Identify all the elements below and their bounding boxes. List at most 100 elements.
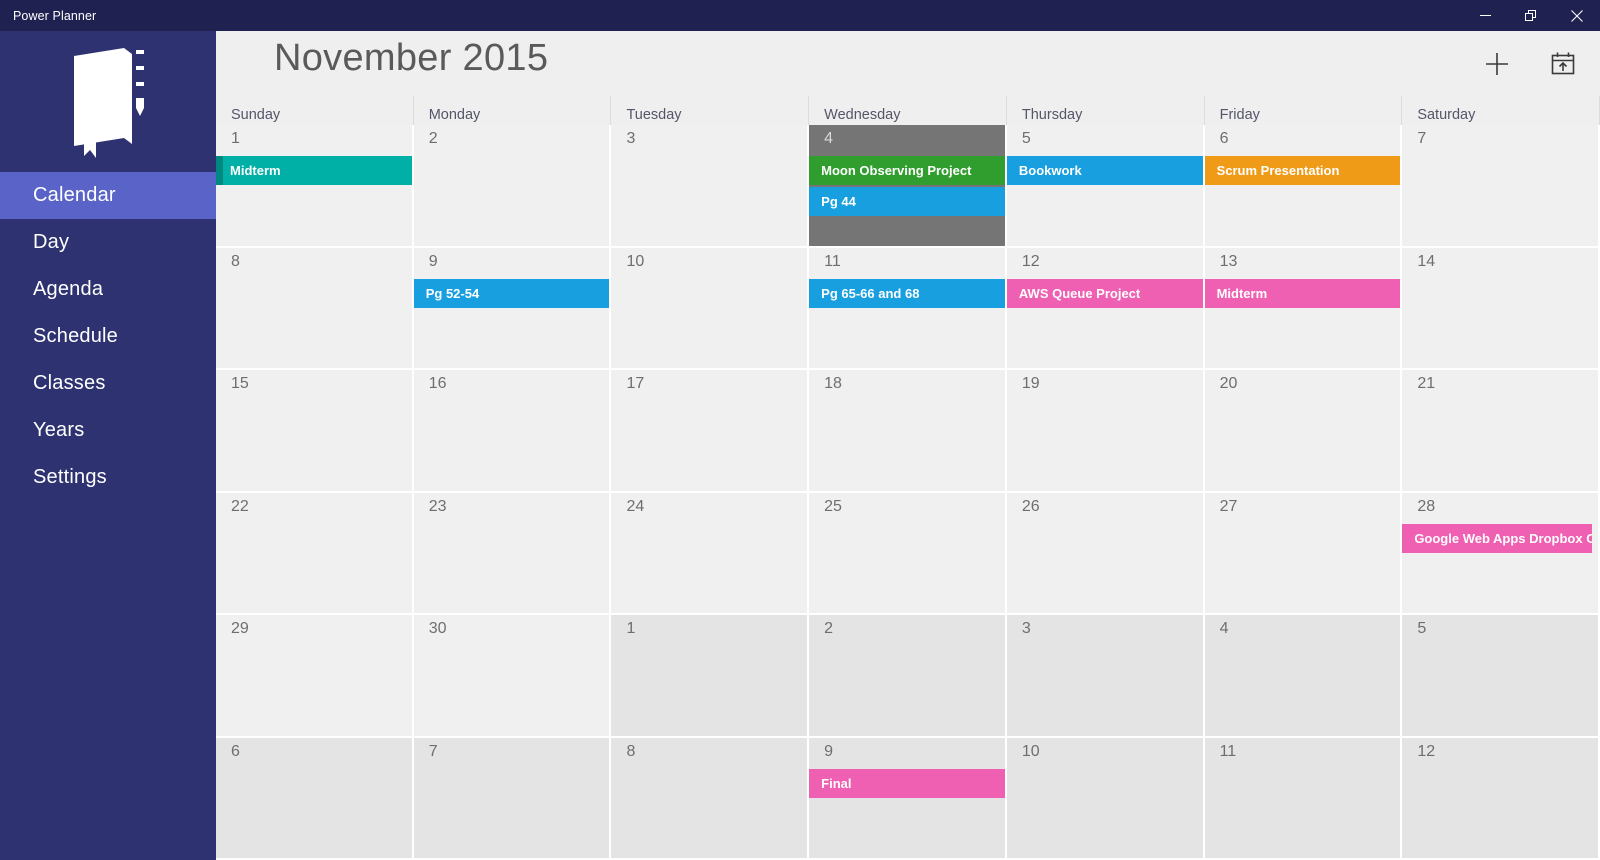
day-cell[interactable]: 5 (1402, 615, 1600, 738)
sidebar-item-classes[interactable]: Classes (0, 360, 216, 407)
app-window: Power Planner Calendar Day Agenda Schedu… (0, 0, 1600, 860)
weekday-wednesday: Wednesday (809, 96, 1007, 125)
day-events: AWS Queue Project (1006, 278, 1203, 308)
day-number: 29 (231, 620, 249, 637)
day-number: 11 (1219, 742, 1237, 760)
calendar-week-row: 29 30 1 2 3 4 5 (216, 615, 1600, 738)
day-cell[interactable]: 2 (413, 125, 612, 248)
day-cell[interactable]: 5 Bookwork (1006, 125, 1205, 248)
day-cell[interactable]: 10 (1006, 737, 1205, 860)
day-cell[interactable]: 18 (809, 370, 1007, 493)
sidebar-item-schedule[interactable]: Schedule (0, 313, 216, 360)
day-cell[interactable]: 28 Google Web Apps Dropbox Client (1402, 492, 1600, 615)
day-number: 6 (231, 742, 240, 760)
day-cell[interactable]: 14 (1402, 247, 1600, 370)
sidebar-item-day[interactable]: Day (0, 219, 216, 266)
day-cell[interactable]: 6 Scrum Presentation (1204, 125, 1403, 248)
event-item[interactable]: Bookwork (1006, 156, 1203, 185)
day-events: Midterm (1204, 278, 1401, 308)
sidebar-item-settings[interactable]: Settings (0, 454, 216, 501)
day-events: Midterm (216, 156, 412, 185)
event-item[interactable]: Pg 44 (809, 187, 1005, 216)
weekday-thursday: Thursday (1007, 96, 1205, 125)
day-cell[interactable]: 24 (611, 492, 810, 615)
day-cell[interactable]: 16 (413, 370, 612, 493)
day-cell[interactable]: 26 (1006, 492, 1205, 615)
day-cell[interactable]: 27 (1204, 492, 1403, 615)
day-cell[interactable]: 17 (611, 370, 810, 493)
day-number: 1 (626, 620, 636, 637)
day-cell[interactable]: 30 (413, 615, 612, 738)
day-number: 17 (626, 375, 645, 392)
day-cell[interactable]: 11 (1204, 737, 1403, 860)
day-cell[interactable]: 29 (216, 615, 414, 738)
event-item[interactable]: Pg 52-54 (413, 278, 610, 308)
day-cell[interactable]: 4 (1204, 615, 1403, 738)
day-cell[interactable]: 8 (611, 737, 810, 860)
day-events: Scrum Presentation (1204, 156, 1401, 185)
day-events: Final (809, 768, 1005, 798)
restore-button[interactable] (1508, 0, 1554, 31)
day-cell[interactable]: 4 Moon Observing Project Pg 44 (809, 125, 1007, 248)
day-cell[interactable]: 12 (1402, 737, 1600, 860)
close-button[interactable] (1554, 0, 1600, 31)
day-cell[interactable]: 22 (216, 492, 414, 615)
day-cell[interactable]: 1 (611, 615, 810, 738)
event-item[interactable]: Moon Observing Project (809, 156, 1005, 185)
day-number: 13 (1219, 252, 1238, 270)
event-item[interactable]: Final (809, 768, 1005, 798)
day-cell[interactable]: 23 (413, 492, 612, 615)
sidebar-item-label: Years (33, 419, 85, 441)
day-cell[interactable]: 3 (1006, 615, 1205, 738)
weekday-monday: Monday (414, 96, 612, 125)
sidebar-item-agenda[interactable]: Agenda (0, 266, 216, 313)
event-item[interactable]: Midterm (1204, 278, 1401, 308)
event-item[interactable]: Pg 65-66 and 68 (809, 278, 1005, 308)
day-cell[interactable]: 6 (216, 737, 414, 860)
calendar-week-row: 8 9 Pg 52-54 10 11 Pg 65-66 and 68 12 AWS Queue… (216, 247, 1600, 370)
window-controls (1462, 0, 1600, 31)
day-cell[interactable]: 10 (611, 247, 810, 370)
add-item-button[interactable] (1478, 45, 1516, 83)
day-number: 10 (626, 252, 645, 270)
event-item[interactable]: Scrum Presentation (1204, 156, 1401, 185)
sidebar-item-years[interactable]: Years (0, 407, 216, 454)
weekday-header-row: Sunday Monday Tuesday Wednesday Thursday… (216, 96, 1600, 125)
day-number: 11 (824, 252, 841, 270)
day-cell[interactable]: 1 Midterm (216, 125, 414, 248)
day-cell[interactable]: 9 Pg 52-54 (413, 247, 612, 370)
day-number: 25 (824, 497, 842, 515)
day-number: 5 (1417, 620, 1427, 637)
day-cell[interactable]: 2 (809, 615, 1007, 738)
day-cell[interactable]: 7 (1402, 125, 1600, 248)
calendar-today-icon (1551, 52, 1575, 75)
calendar-grid: 1 Midterm 2 3 4 Moon Observing Project Pg 44 5 B… (216, 125, 1600, 860)
event-item[interactable]: AWS Queue Project (1006, 278, 1203, 308)
go-to-today-button[interactable] (1544, 45, 1582, 83)
day-cell[interactable]: 7 (413, 737, 612, 860)
day-cell[interactable]: 3 (611, 125, 810, 248)
day-cell[interactable]: 21 (1402, 370, 1600, 493)
day-number: 8 (626, 742, 636, 760)
day-cell[interactable]: 25 (809, 492, 1007, 615)
day-cell[interactable]: 13 Midterm (1204, 247, 1403, 370)
day-number: 7 (1417, 130, 1427, 147)
day-number: 16 (428, 375, 447, 392)
app-title: Power Planner (13, 8, 97, 23)
day-cell[interactable]: 11 Pg 65-66 and 68 (809, 247, 1007, 370)
day-cell[interactable]: 15 (216, 370, 414, 493)
day-number: 9 (428, 252, 438, 270)
day-cell[interactable]: 9 Final (809, 737, 1007, 860)
day-cell[interactable]: 20 (1204, 370, 1403, 493)
day-number: 21 (1417, 375, 1436, 392)
event-item[interactable]: Midterm (216, 156, 412, 185)
day-cell[interactable]: 12 AWS Queue Project (1006, 247, 1205, 370)
minimize-button[interactable] (1462, 0, 1508, 31)
event-item[interactable]: Google Web Apps Dropbox Client (1402, 523, 1593, 553)
sidebar-item-calendar[interactable]: Calendar (0, 172, 216, 219)
day-cell[interactable]: 8 (216, 247, 414, 370)
day-cell[interactable]: 19 (1006, 370, 1205, 493)
day-number: 6 (1219, 130, 1229, 147)
app-logo (0, 31, 216, 172)
weekday-saturday: Saturday (1402, 96, 1600, 125)
